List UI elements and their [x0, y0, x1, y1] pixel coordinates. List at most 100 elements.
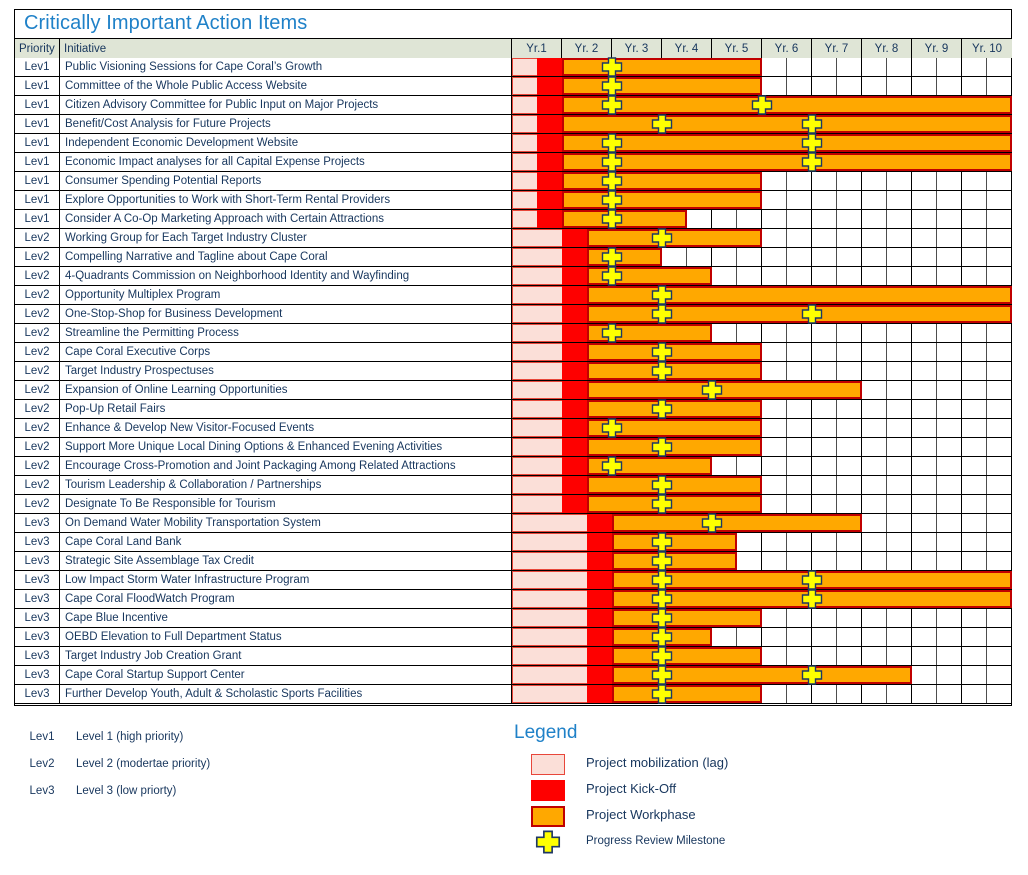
table-row[interactable]: Lev3 Cape Coral FloodWatch Program — [15, 589, 1012, 609]
bar-project-workphase[interactable] — [587, 400, 762, 418]
table-row[interactable]: Lev2 One-Stop-Shop for Business Developme… — [15, 304, 1012, 324]
bar-project-workphase[interactable] — [612, 590, 1012, 608]
bar-project-workphase[interactable] — [562, 77, 762, 95]
bar-project-kickoff[interactable] — [562, 495, 587, 513]
bar-project-kickoff[interactable] — [537, 58, 562, 76]
table-row[interactable]: Lev3 Further Develop Youth, Adult & Schol… — [15, 684, 1012, 704]
bar-project-kickoff[interactable] — [562, 476, 587, 494]
bar-project-kickoff[interactable] — [587, 533, 612, 551]
table-row[interactable]: Lev2 Working Group for Each Target Indust… — [15, 228, 1012, 248]
table-row[interactable]: Lev3 On Demand Water Mobility Transportat… — [15, 513, 1012, 533]
bar-project-kickoff[interactable] — [587, 514, 612, 532]
bar-mobilization-lag[interactable] — [512, 495, 562, 513]
table-row[interactable]: Lev3 Target Industry Job Creation Grant — [15, 646, 1012, 666]
bar-project-kickoff[interactable] — [587, 647, 612, 665]
bar-project-workphase[interactable] — [562, 210, 687, 228]
table-row[interactable]: Lev3 Cape Blue Incentive — [15, 608, 1012, 628]
bar-project-workphase[interactable] — [587, 343, 762, 361]
bar-project-workphase[interactable] — [612, 609, 762, 627]
bar-project-workphase[interactable] — [587, 305, 1012, 323]
bar-project-workphase[interactable] — [587, 457, 712, 475]
bar-project-kickoff[interactable] — [537, 77, 562, 95]
bar-mobilization-lag[interactable] — [512, 476, 562, 494]
bar-project-workphase[interactable] — [562, 134, 1012, 152]
bar-project-kickoff[interactable] — [562, 343, 587, 361]
bar-project-workphase[interactable] — [587, 362, 762, 380]
bar-project-workphase[interactable] — [612, 552, 737, 570]
bar-project-kickoff[interactable] — [537, 191, 562, 209]
bar-project-kickoff[interactable] — [587, 609, 612, 627]
table-row[interactable]: Lev2 Enhance & Develop New Visitor-Focuse… — [15, 418, 1012, 438]
bar-mobilization-lag[interactable] — [512, 552, 587, 570]
bar-project-workphase[interactable] — [587, 286, 1012, 304]
bar-project-workphase[interactable] — [587, 229, 762, 247]
bar-project-workphase[interactable] — [562, 172, 762, 190]
table-row[interactable]: Lev2 Pop-Up Retail Fairs — [15, 399, 1012, 419]
table-row[interactable]: Lev1 Explore Opportunities to Work with S… — [15, 190, 1012, 210]
bar-mobilization-lag[interactable] — [512, 400, 562, 418]
bar-project-kickoff[interactable] — [562, 305, 587, 323]
bar-project-workphase[interactable] — [612, 666, 912, 684]
bar-project-kickoff[interactable] — [562, 267, 587, 285]
bar-mobilization-lag[interactable] — [512, 58, 537, 76]
bar-mobilization-lag[interactable] — [512, 96, 537, 114]
table-row[interactable]: Lev1 Committee of the Whole Public Access… — [15, 76, 1012, 96]
bar-project-workphase[interactable] — [587, 419, 762, 437]
bar-project-workphase[interactable] — [562, 115, 1012, 133]
table-row[interactable]: Lev3 Strategic Site Assemblage Tax Credit — [15, 551, 1012, 571]
bar-mobilization-lag[interactable] — [512, 419, 562, 437]
bar-mobilization-lag[interactable] — [512, 267, 562, 285]
table-row[interactable]: Lev2 4-Quadrants Commission on Neighborho… — [15, 266, 1012, 286]
bar-project-kickoff[interactable] — [562, 419, 587, 437]
bar-project-workphase[interactable] — [612, 628, 712, 646]
bar-project-kickoff[interactable] — [587, 628, 612, 646]
bar-mobilization-lag[interactable] — [512, 153, 537, 171]
bar-project-kickoff[interactable] — [587, 571, 612, 589]
bar-project-kickoff[interactable] — [537, 172, 562, 190]
bar-mobilization-lag[interactable] — [512, 115, 537, 133]
table-row[interactable]: Lev1 Consider A Co-Op Marketing Approach … — [15, 209, 1012, 229]
bar-mobilization-lag[interactable] — [512, 609, 587, 627]
bar-mobilization-lag[interactable] — [512, 457, 562, 475]
bar-project-kickoff[interactable] — [562, 286, 587, 304]
table-row[interactable]: Lev1 Benefit/Cost Analysis for Future Pro… — [15, 114, 1012, 134]
bar-project-workphase[interactable] — [587, 248, 662, 266]
bar-project-kickoff[interactable] — [562, 324, 587, 342]
bar-mobilization-lag[interactable] — [512, 210, 537, 228]
table-row[interactable]: Lev2 Compelling Narrative and Tagline abo… — [15, 247, 1012, 267]
bar-project-kickoff[interactable] — [587, 552, 612, 570]
bar-project-workphase[interactable] — [587, 438, 762, 456]
table-row[interactable]: Lev3 Cape Coral Startup Support Center — [15, 665, 1012, 685]
bar-mobilization-lag[interactable] — [512, 381, 562, 399]
table-row[interactable]: Lev2 Opportunity Multiplex Program — [15, 285, 1012, 305]
bar-mobilization-lag[interactable] — [512, 590, 587, 608]
table-row[interactable]: Lev2 Streamline the Permitting Process — [15, 323, 1012, 343]
bar-project-kickoff[interactable] — [562, 248, 587, 266]
bar-project-kickoff[interactable] — [562, 362, 587, 380]
bar-mobilization-lag[interactable] — [512, 438, 562, 456]
bar-project-kickoff[interactable] — [537, 134, 562, 152]
table-row[interactable]: Lev1 Citizen Advisory Committee for Publi… — [15, 95, 1012, 115]
table-row[interactable]: Lev1 Public Visioning Sessions for Cape C… — [15, 57, 1012, 77]
bar-project-kickoff[interactable] — [587, 590, 612, 608]
bar-project-workphase[interactable] — [562, 191, 762, 209]
bar-mobilization-lag[interactable] — [512, 533, 587, 551]
table-row[interactable]: Lev2 Tourism Leadership & Collaboration /… — [15, 475, 1012, 495]
bar-mobilization-lag[interactable] — [512, 248, 562, 266]
bar-project-kickoff[interactable] — [562, 381, 587, 399]
bar-project-workphase[interactable] — [587, 495, 762, 513]
bar-project-workphase[interactable] — [612, 647, 762, 665]
bar-project-workphase[interactable] — [587, 476, 762, 494]
bar-mobilization-lag[interactable] — [512, 305, 562, 323]
table-row[interactable]: Lev2 Cape Coral Executive Corps — [15, 342, 1012, 362]
table-row[interactable]: Lev2 Target Industry Prospectuses — [15, 361, 1012, 381]
bar-mobilization-lag[interactable] — [512, 571, 587, 589]
bar-mobilization-lag[interactable] — [512, 685, 587, 703]
table-row[interactable]: Lev2 Encourage Cross-Promotion and Joint … — [15, 456, 1012, 476]
bar-mobilization-lag[interactable] — [512, 77, 537, 95]
table-row[interactable]: Lev2 Designate To Be Responsible for Tour… — [15, 494, 1012, 514]
bar-project-workphase[interactable] — [612, 685, 762, 703]
bar-mobilization-lag[interactable] — [512, 191, 537, 209]
bar-project-workphase[interactable] — [562, 58, 762, 76]
bar-project-kickoff[interactable] — [562, 229, 587, 247]
